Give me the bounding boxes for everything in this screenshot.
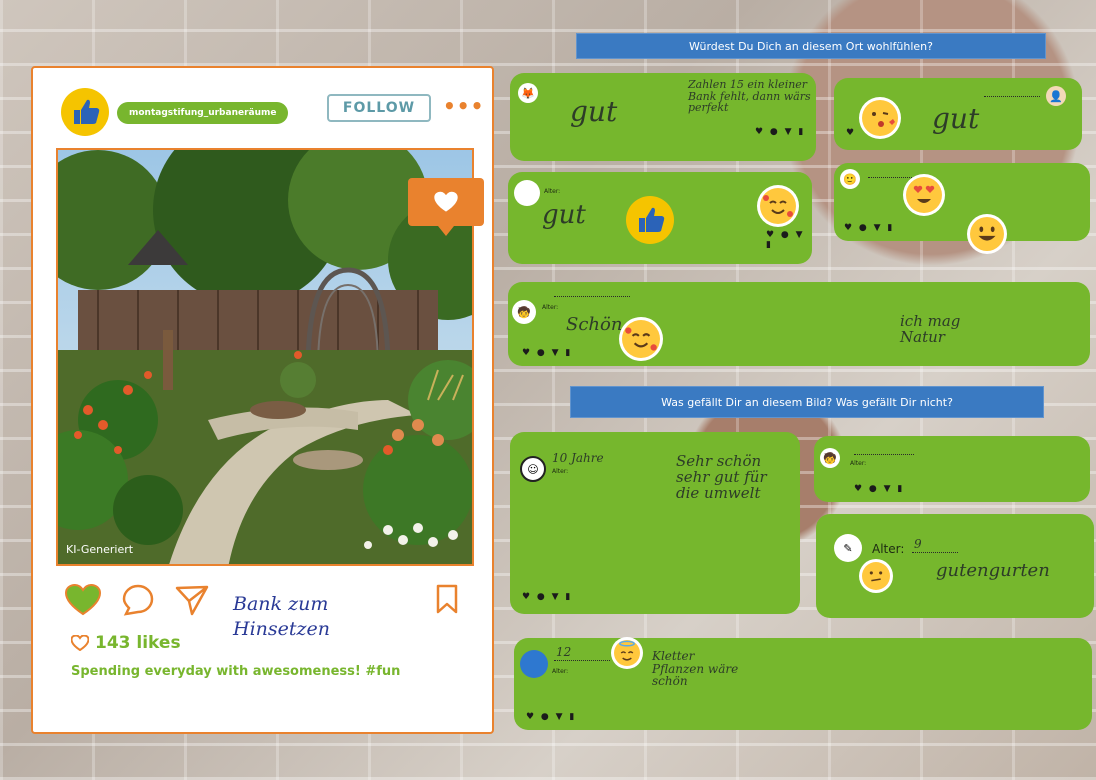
- comment-text: gutengurten: [936, 560, 1050, 581]
- age-label: Alter:: [552, 668, 569, 675]
- comment-card-6: ☺ 10 Jahre Alter: Sehr schön sehr gut fü…: [510, 432, 800, 614]
- face-avatar-icon: 🙂: [840, 169, 860, 189]
- post-caption: Spending everyday with awesomeness! #fun: [71, 664, 401, 679]
- comment-card-1: 🦊 gut Zahlen 15 ein kleiner Bank fehlt, …: [510, 73, 816, 161]
- likes-count: 143 likes: [71, 633, 181, 653]
- comment-card-7: 🧒 Alter: ♥ ● ▼ ▮: [814, 436, 1090, 502]
- follow-button[interactable]: FOLLOW: [327, 94, 431, 122]
- blank-avatar: [514, 180, 540, 206]
- comment-text: gut: [570, 95, 618, 128]
- comment-text-secondary: Zahlen 15 ein kleiner Bank fehlt, dann w…: [688, 78, 811, 115]
- comment-card-5: 🧒 Alter: Schön ich mag Natur ♥ ● ▼ ▮: [508, 282, 1090, 366]
- more-options-icon[interactable]: •••: [443, 94, 484, 118]
- fox-avatar-icon: 🦊: [518, 83, 538, 103]
- halo-emoji-icon: [614, 640, 640, 666]
- reaction-icons: ♥ ● ▼ ▮: [766, 230, 805, 250]
- comment-text: gut: [932, 102, 980, 135]
- age-label: Alter:: [872, 542, 905, 556]
- heart-icon: [434, 191, 458, 212]
- smiling-hearts-emoji-icon: [622, 320, 660, 358]
- small-heart-icon: [71, 635, 89, 651]
- comment-card-8: ✎ Alter: 9 gutengurten: [816, 514, 1094, 618]
- reaction-icons: ♥ ● ▼ ▮: [844, 223, 895, 233]
- age-line: [984, 96, 1040, 98]
- age-value: 9: [914, 537, 922, 551]
- comment-text-secondary: ich mag Natur: [900, 312, 961, 346]
- reaction-icons: ♥ ● ▼ ▮: [755, 127, 806, 137]
- comment-card-9: 12 Alter: Kletter Pflanzen wäre schön ♥ …: [514, 638, 1092, 730]
- heart-eyes-emoji-icon: [906, 177, 942, 213]
- grinning-emoji-icon: [970, 217, 1004, 251]
- post-card: montagstifung_urbaneräume FOLLOW ••• KI-…: [31, 66, 494, 734]
- kid-avatar-icon: 🧒: [820, 448, 840, 468]
- thumbs-up-sticker-icon: [626, 196, 674, 244]
- reaction-icons: ♥ ● ▼ ▮: [526, 712, 577, 722]
- reaction-icons: ♥ ● ▼ ▮: [522, 348, 573, 358]
- age-line: [912, 552, 958, 554]
- comment-card-2: 👤 gut ♥: [834, 78, 1082, 150]
- kid-avatar-icon: 🧒: [512, 300, 536, 324]
- ai-generated-badge: KI-Generiert: [66, 543, 134, 556]
- comment-text: Schön: [566, 314, 623, 335]
- comment-text: gut: [542, 200, 586, 230]
- kissing-emoji-icon: [862, 100, 898, 136]
- question-banner-1: Würdest Du Dich an diesem Ort wohlfühlen…: [576, 33, 1046, 59]
- blue-dot-avatar: [520, 650, 548, 678]
- age-line: [554, 296, 630, 298]
- person-avatar-icon: 👤: [1046, 86, 1066, 106]
- age-label: Alter:: [544, 188, 561, 195]
- age-label: Alter:: [542, 304, 559, 311]
- handwritten-note: Bank zum Hinsetzen: [233, 593, 331, 640]
- like-heart-icon[interactable]: [64, 583, 102, 620]
- profile-handle[interactable]: montagstifung_urbaneräume: [117, 102, 289, 124]
- thumbs-up-icon: [74, 99, 100, 124]
- age-label: Alter:: [552, 468, 569, 475]
- share-send-icon[interactable]: [175, 584, 209, 620]
- reaction-icons: ♥ ● ▼ ▮: [854, 484, 905, 494]
- likes-label: 143 likes: [95, 633, 181, 653]
- thinking-emoji-icon: [862, 562, 890, 590]
- smiling-hearts-emoji-icon: [760, 188, 796, 224]
- age-value: 10 Jahre: [552, 451, 604, 465]
- comment-card-4: 🙂 ♥ ● ▼ ▮: [834, 163, 1090, 251]
- comment-text: Kletter Pflanzen wäre schön: [652, 649, 739, 689]
- heart-notification-badge: [408, 178, 484, 236]
- question-banner-2: Was gefällt Dir an diesem Bild? Was gefä…: [570, 386, 1044, 418]
- age-label: Alter:: [850, 460, 867, 467]
- reaction-icons: ♥: [846, 128, 857, 138]
- bookmark-icon[interactable]: [435, 584, 459, 618]
- avatar[interactable]: [61, 88, 109, 136]
- age-value: 12: [556, 645, 572, 659]
- smiley-avatar-icon: ☺: [520, 456, 546, 482]
- comment-card-3: Alter: gut ♥ ● ▼ ▮: [508, 172, 812, 264]
- comment-text: Sehr schön sehr gut für die umwelt: [676, 452, 767, 502]
- scribbled-avatar-icon: ✎: [834, 534, 862, 562]
- age-line: [554, 660, 610, 662]
- comment-icon[interactable]: [121, 584, 155, 620]
- age-line: [854, 454, 914, 456]
- reaction-icons: ♥ ● ▼ ▮: [522, 592, 573, 602]
